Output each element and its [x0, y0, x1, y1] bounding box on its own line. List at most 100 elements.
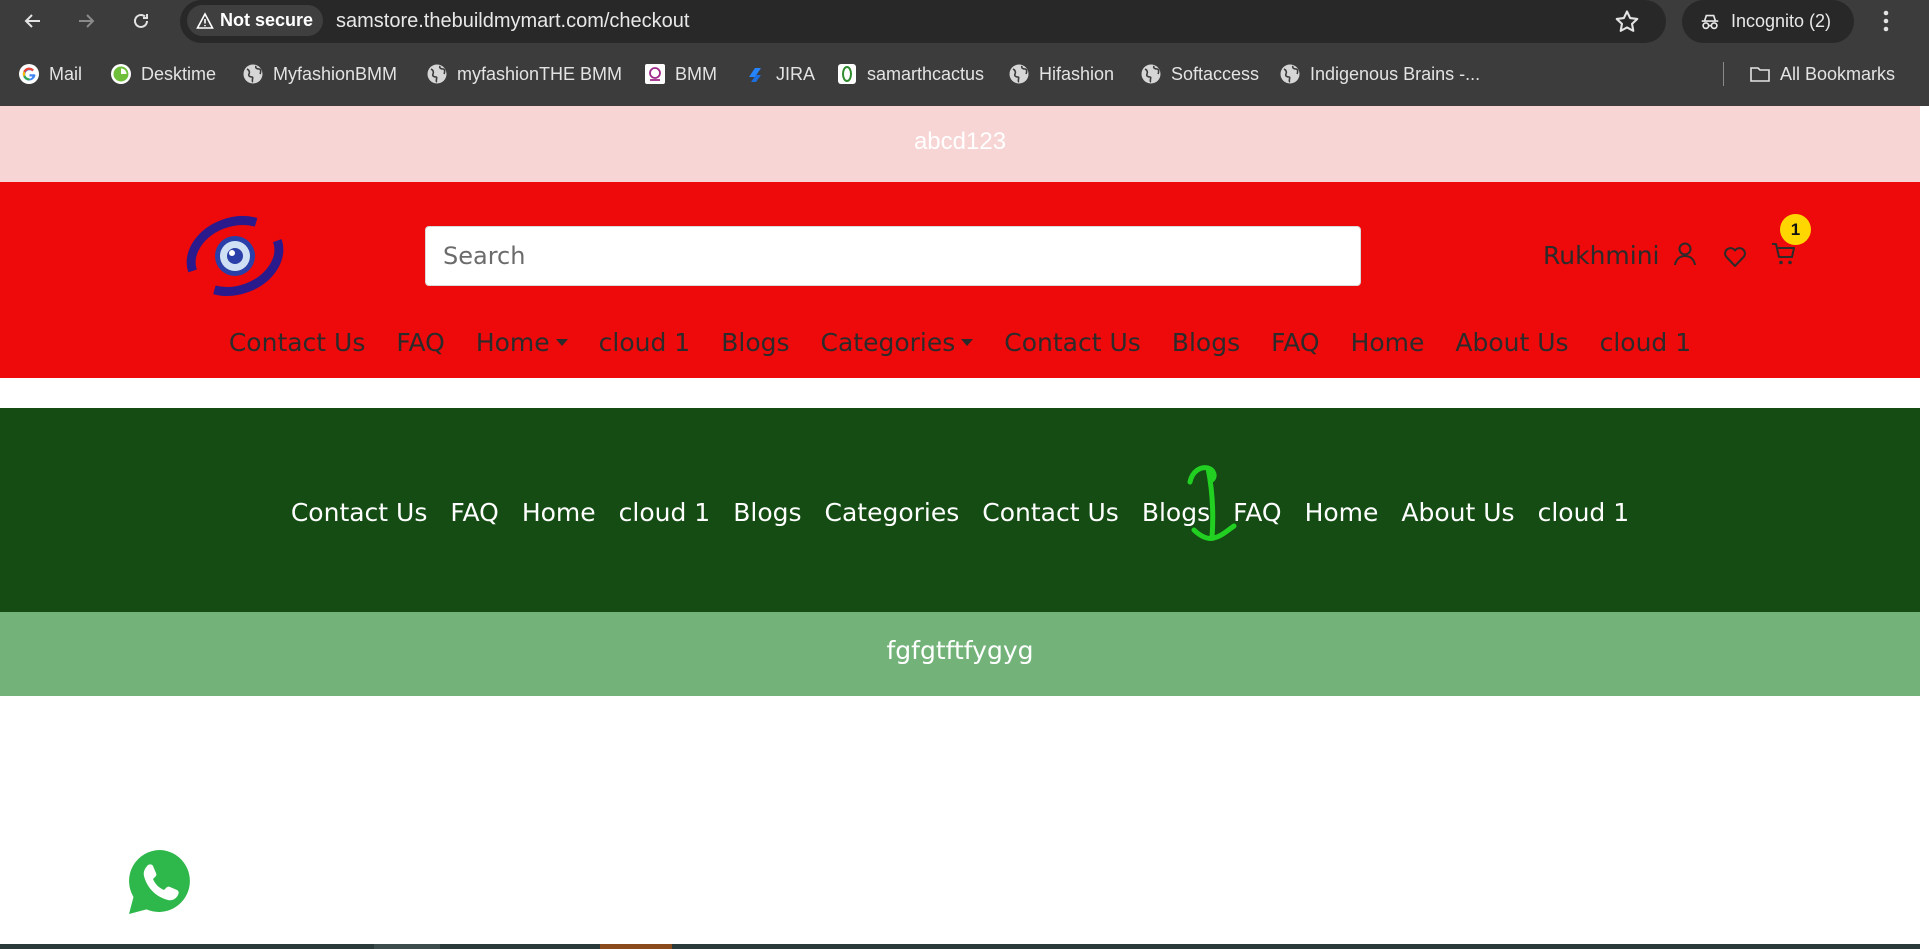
whatsapp-icon[interactable]: [118, 841, 202, 925]
warning-icon: [196, 11, 214, 29]
bookmark-mail[interactable]: Mail: [18, 62, 82, 86]
caret-down-icon: [961, 339, 974, 346]
nav-cloud-1[interactable]: cloud 1: [1600, 328, 1692, 357]
browser-toolbar: Not secure samstore.thebuildmymart.com/c…: [0, 0, 1929, 43]
bookmark-label: Softaccess: [1171, 63, 1260, 84]
nav-blogs[interactable]: Blogs: [721, 328, 789, 357]
url-text[interactable]: samstore.thebuildmymart.com/checkout: [336, 10, 689, 33]
taskbar-item: [374, 944, 440, 949]
globe-icon: [1279, 63, 1301, 85]
folder-icon: [1749, 63, 1771, 85]
arrow-left-icon: [24, 14, 40, 28]
address-bar[interactable]: Not secure samstore.thebuildmymart.com/c…: [180, 0, 1666, 43]
promo-banner-text: fgfgtftfygyg: [886, 636, 1034, 665]
nav-faq[interactable]: FAQ: [1271, 328, 1319, 357]
nav-label: Categories: [820, 328, 956, 357]
annotation-arrow-icon: [1187, 465, 1237, 541]
bookmark-hifashion[interactable]: Hifashion: [1008, 62, 1114, 86]
nav-cloud-1[interactable]: cloud 1: [599, 328, 691, 357]
cart-count-badge: 1: [1780, 214, 1811, 245]
nav-label: About Us: [1455, 328, 1569, 357]
bookmarks-bar: Mail Desktime MyfashionBMM myfashionTHE …: [0, 54, 1929, 94]
more-menu-icon[interactable]: [1874, 6, 1898, 36]
bookmark-label: Mail: [49, 63, 83, 84]
nav-label: cloud 1: [598, 328, 691, 357]
bookmark-label: myfashionTHE BMM: [457, 63, 623, 84]
nav-label: Contact Us: [1004, 328, 1141, 357]
bookmark-label: Desktime: [141, 63, 217, 84]
secondary-nav-link[interactable]: About Us: [1401, 498, 1514, 527]
nav-label: cloud 1: [1599, 328, 1692, 357]
bookmark-samarthcactus[interactable]: samarthcactus: [836, 62, 984, 86]
secondary-nav-link[interactable]: cloud 1: [619, 498, 711, 527]
globe-icon: [242, 63, 264, 85]
user-icon[interactable]: [1671, 240, 1699, 268]
bookmark-label: BMM: [675, 63, 717, 84]
incognito-indicator[interactable]: Incognito (2): [1682, 0, 1854, 43]
taskbar-edge: [0, 944, 1920, 949]
star-icon[interactable]: [1613, 8, 1641, 36]
browser-chrome: Not secure samstore.thebuildmymart.com/c…: [0, 0, 1929, 106]
search-input[interactable]: [425, 226, 1361, 286]
all-bookmarks-button[interactable]: All Bookmarks: [1749, 62, 1895, 86]
bookmark-indigenous-brains[interactable]: Indigenous Brains -...: [1279, 62, 1480, 86]
caret-down-icon: [555, 339, 568, 346]
nav-label: FAQ: [396, 328, 445, 357]
bookmark-jira[interactable]: JIRA: [745, 62, 815, 86]
all-bookmarks-label: All Bookmarks: [1780, 63, 1896, 84]
nav-label: Home: [475, 328, 550, 357]
google-icon: [18, 63, 40, 85]
secondary-nav-link[interactable]: Categories: [825, 498, 960, 527]
nav-blogs[interactable]: Blogs: [1172, 328, 1240, 357]
globe-icon: [1008, 63, 1030, 85]
user-name[interactable]: Rukhmini: [1543, 241, 1660, 270]
bookmark-label: JIRA: [776, 63, 816, 84]
bmm-icon: [644, 63, 666, 85]
taskbar-item: [600, 944, 672, 949]
bookmark-softaccess[interactable]: Softaccess: [1140, 62, 1259, 86]
forward-button[interactable]: [71, 6, 101, 36]
desktime-icon: [110, 63, 132, 85]
bookmark-label: samarthcactus: [867, 63, 985, 84]
nav-label: Home: [1350, 328, 1425, 357]
cactus-icon: [836, 63, 858, 85]
bookmarks-divider: [1723, 62, 1724, 86]
announcement-text: abcd123: [913, 128, 1007, 155]
spacer: [0, 378, 1920, 408]
page-scrollbar[interactable]: [1920, 106, 1929, 949]
web-page: abcd123 Rukhmini 1 Contact Us FAQ Home c…: [0, 106, 1920, 949]
nav-about-us[interactable]: About Us: [1455, 328, 1568, 357]
secondary-nav-link[interactable]: Blogs: [733, 498, 801, 527]
site-logo[interactable]: [186, 214, 284, 298]
back-button[interactable]: [18, 6, 48, 36]
secondary-nav-link[interactable]: Home: [522, 498, 596, 527]
secondary-nav-link[interactable]: Contact Us: [291, 498, 428, 527]
nav-faq[interactable]: FAQ: [396, 328, 444, 357]
bookmark-bmm[interactable]: BMM: [644, 62, 717, 86]
reload-icon: [134, 13, 148, 28]
heart-icon[interactable]: [1721, 242, 1749, 270]
nav-label: FAQ: [1271, 328, 1320, 357]
nav-label: Contact Us: [228, 328, 366, 357]
secondary-nav-link[interactable]: Home: [1305, 498, 1379, 527]
jira-icon: [745, 63, 767, 85]
announcement-bar: abcd123: [0, 106, 1920, 182]
bookmark-label: MyfashionBMM: [273, 63, 398, 84]
nav-contact-us[interactable]: Contact Us: [1004, 328, 1141, 357]
bookmark-myfashionthebmm[interactable]: myfashionTHE BMM: [426, 62, 622, 86]
nav-home-dropdown[interactable]: Home: [476, 328, 568, 357]
bookmark-desktime[interactable]: Desktime: [110, 62, 216, 86]
incognito-icon: [1701, 14, 1719, 29]
security-chip[interactable]: Not secure: [187, 5, 324, 36]
promo-banner: fgfgtftfygyg: [0, 612, 1920, 696]
nav-home[interactable]: Home: [1351, 328, 1425, 357]
nav-contact-us[interactable]: Contact Us: [229, 328, 366, 357]
bookmark-myfashionbmm[interactable]: MyfashionBMM: [242, 62, 397, 86]
secondary-nav-link[interactable]: Contact Us: [982, 498, 1119, 527]
secondary-nav-link[interactable]: FAQ: [450, 498, 498, 527]
secondary-nav-link[interactable]: cloud 1: [1538, 498, 1630, 527]
nav-categories-dropdown[interactable]: Categories: [821, 328, 974, 357]
reload-button[interactable]: [126, 6, 156, 36]
secondary-nav: Contact Us FAQ Home cloud 1 Blogs Catego…: [0, 408, 1920, 612]
security-label: Not secure: [220, 10, 314, 30]
